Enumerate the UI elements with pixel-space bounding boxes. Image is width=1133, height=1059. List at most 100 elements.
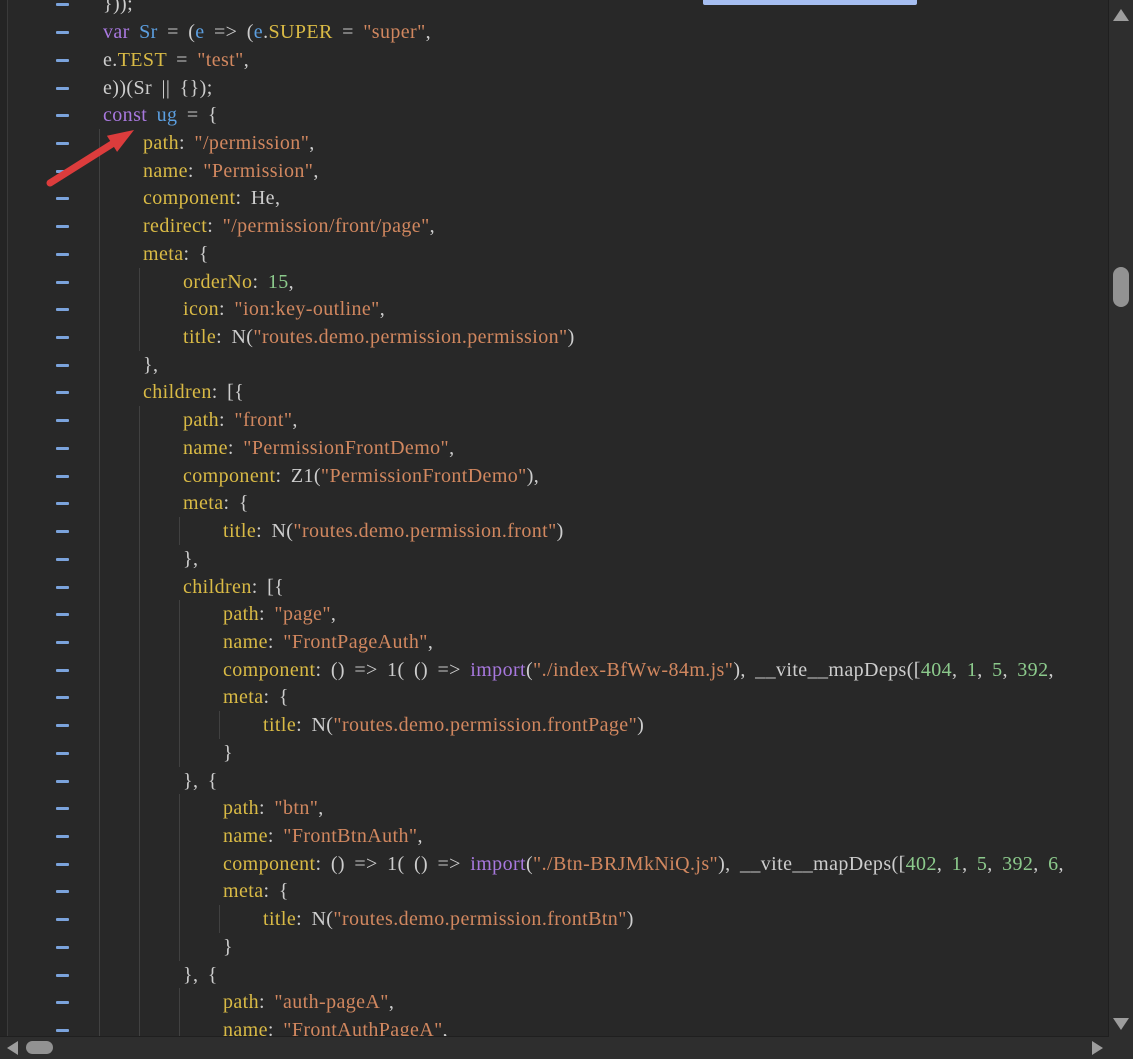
code-line: children: [{ <box>0 573 1109 601</box>
token-number: 404 <box>921 659 952 681</box>
indent-guide <box>99 489 100 517</box>
indent-guide <box>99 683 100 711</box>
token-default: : () => 1( () => <box>315 853 470 875</box>
vertical-scrollbar[interactable] <box>1108 0 1133 1059</box>
scroll-up-icon[interactable] <box>1113 9 1129 21</box>
token-default: : () => 1( () => <box>315 659 470 681</box>
code-line: component: () => 1( () => import("./inde… <box>0 656 1109 684</box>
token-default: , <box>1002 659 1017 681</box>
token-default: } <box>223 742 233 764</box>
token-default <box>130 21 139 43</box>
code-line: path: "btn", <box>0 794 1109 822</box>
indent-guide <box>99 462 100 490</box>
token-default: = { <box>177 104 217 126</box>
token-string: "front" <box>234 409 292 431</box>
token-default: , <box>417 825 422 847</box>
token-default: ) <box>627 908 634 930</box>
gutter-dash-marker-icon <box>56 835 69 838</box>
code-line-text: redirect: "/permission/front/page", <box>143 212 435 240</box>
token-default: : N( <box>296 714 333 736</box>
code-line: })); <box>0 0 1109 18</box>
indent-guide <box>179 683 180 711</box>
code-line: meta: { <box>0 683 1109 711</box>
token-ident: e <box>195 21 204 43</box>
source-viewer-window: { "editor": { "background": "#282828", "… <box>0 0 1133 1059</box>
code-line-text: }, { <box>183 767 218 795</box>
gutter-dash-marker-icon <box>56 890 69 893</box>
token-keyword: import <box>470 853 526 875</box>
token-default: ), __vite__mapDeps([ <box>718 853 906 875</box>
gutter-dash-marker-icon <box>56 696 69 699</box>
code-line-text: component: Z1("PermissionFrontDemo"), <box>183 462 539 490</box>
token-default: , <box>292 409 297 431</box>
indent-guide <box>179 739 180 767</box>
token-key: component <box>183 465 275 487</box>
token-default: }, { <box>183 770 218 792</box>
token-key: name <box>223 631 268 653</box>
token-string: "./index-BfWw-84m.js" <box>533 659 733 681</box>
code-line-text: var Sr = (e => (e.SUPER = "super", <box>103 18 431 46</box>
gutter-dash-marker-icon <box>56 558 69 561</box>
code-line-text: name: "PermissionFrontDemo", <box>183 434 455 462</box>
gutter-dash-marker-icon <box>56 391 69 394</box>
token-default: : N( <box>256 520 293 542</box>
horizontal-scrollbar-thumb[interactable] <box>26 1041 53 1054</box>
scroll-left-icon[interactable] <box>7 1041 18 1055</box>
scroll-right-icon[interactable] <box>1092 1041 1103 1055</box>
token-default: , <box>430 215 435 237</box>
indent-guide <box>99 212 100 240</box>
token-string: "FrontPageAuth" <box>283 631 428 653</box>
token-keyword: const <box>103 104 147 126</box>
gutter-dash-marker-icon <box>56 807 69 810</box>
indent-guide <box>139 683 140 711</box>
indent-guide <box>139 877 140 905</box>
code-line-text: icon: "ion:key-outline", <box>183 295 385 323</box>
token-default: : { <box>263 686 288 708</box>
code-line-text: }, { <box>183 961 218 989</box>
left-edge-strip <box>0 0 7 1038</box>
vertical-scrollbar-thumb[interactable] <box>1113 267 1129 307</box>
token-default: : <box>219 409 234 431</box>
gutter-dash-marker-icon <box>56 641 69 644</box>
token-key: component <box>223 659 315 681</box>
token-string: "PermissionFrontDemo" <box>321 465 527 487</box>
code-line-text: title: N("routes.demo.permission.frontBt… <box>263 905 634 933</box>
code-line: e))(Sr || {}); <box>0 74 1109 102</box>
indent-guide <box>179 988 180 1016</box>
token-key: path <box>223 991 259 1013</box>
token-key: path <box>223 797 259 819</box>
token-key: path <box>183 409 219 431</box>
token-number: 402 <box>906 853 937 875</box>
horizontal-scrollbar[interactable] <box>0 1036 1109 1059</box>
code-line: }, { <box>0 961 1109 989</box>
indent-guide <box>99 739 100 767</box>
gutter-dash-marker-icon <box>56 3 69 6</box>
code-line-text: path: "auth-pageA", <box>223 988 394 1016</box>
token-ident: Sr <box>139 21 158 43</box>
token-default: ), <box>527 465 539 487</box>
indent-guide <box>179 905 180 933</box>
token-default: , <box>449 437 454 459</box>
token-key: component <box>143 187 235 209</box>
token-default: : { <box>183 243 208 265</box>
token-string: "routes.demo.permission.frontBtn" <box>333 908 626 930</box>
token-default: } <box>223 936 233 958</box>
gutter-dash-marker-icon <box>56 946 69 949</box>
code-line: component: () => 1( () => import("./Btn-… <box>0 850 1109 878</box>
token-default: : <box>268 631 283 653</box>
code-line-text: title: N("routes.demo.permission.permiss… <box>183 323 575 351</box>
indent-guide <box>99 573 100 601</box>
token-default: , <box>289 271 294 293</box>
token-default: : N( <box>216 326 253 348</box>
gutter-dash-marker-icon <box>56 724 69 727</box>
scroll-down-icon[interactable] <box>1113 1018 1129 1030</box>
token-default: : <box>259 603 274 625</box>
token-string: "PermissionFrontDemo" <box>243 437 449 459</box>
token-key: title <box>183 326 216 348</box>
token-default: , <box>977 659 992 681</box>
token-keyword: import <box>470 659 526 681</box>
indent-guide <box>99 850 100 878</box>
token-default: => ( <box>205 21 254 43</box>
indent-guide <box>139 739 140 767</box>
code-line-text: meta: { <box>183 489 249 517</box>
